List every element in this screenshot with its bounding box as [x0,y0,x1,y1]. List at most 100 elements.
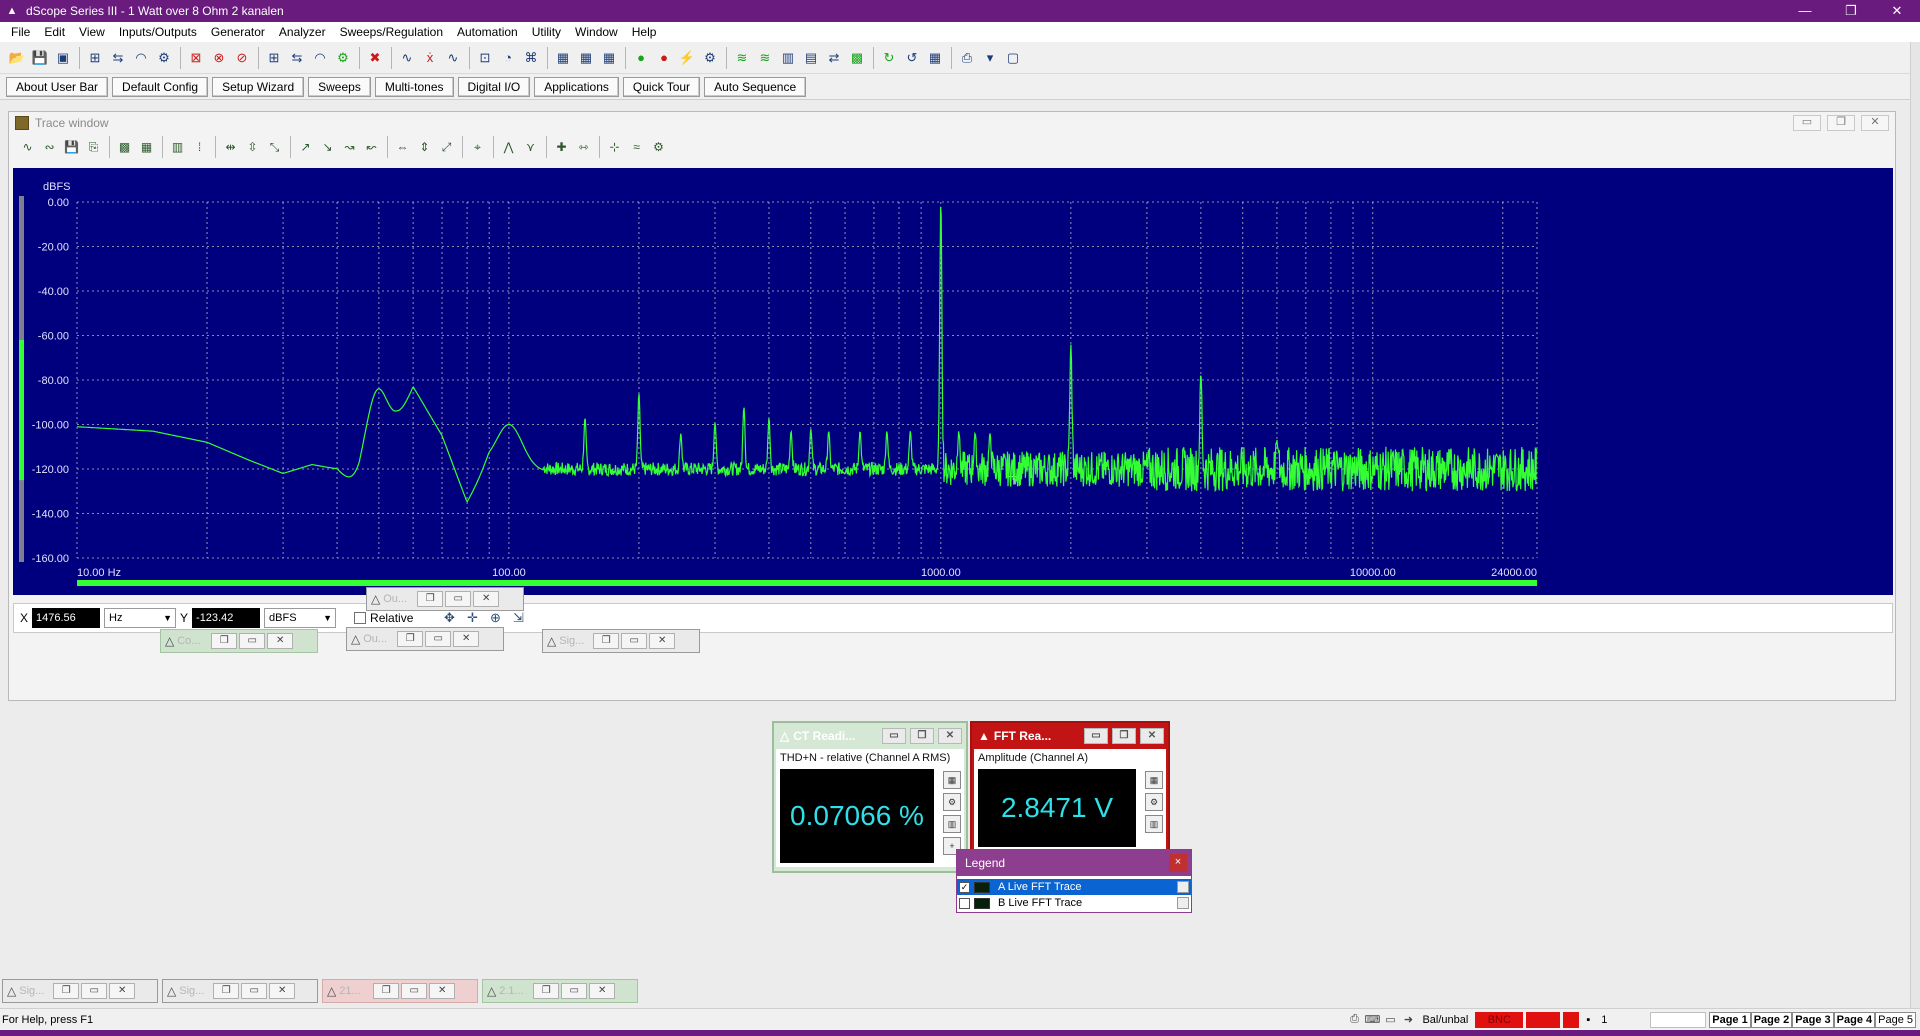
minimized-window[interactable]: △ Ou... ❐ ▭ ✕ [346,627,504,651]
close-icon[interactable]: × [1169,854,1187,872]
digital-io-button[interactable]: Digital I/O [457,76,531,97]
open-folder-icon[interactable]: 📂 [6,47,28,69]
close-icon[interactable]: ✕ [429,983,456,999]
input-config-icon[interactable]: ⊞ [263,47,285,69]
reading-settings-icon[interactable]: ⚙ [1145,793,1163,811]
close-icon[interactable]: ✕ [1140,728,1164,744]
minimize-icon[interactable]: ▭ [882,728,906,744]
sweep-2-icon[interactable]: ≋ [754,47,776,69]
page-tab-5[interactable]: Page 5 [1875,1011,1916,1028]
restore-icon[interactable]: ❐ [1112,728,1136,744]
zoom-x-icon[interactable]: ⇹ [220,137,241,157]
levels-icon[interactable]: ▤ [800,47,822,69]
maximize-icon[interactable]: ▭ [445,591,472,607]
waveform-icon[interactable]: ∿ [396,47,418,69]
marker-2-icon[interactable]: ↘ [317,137,338,157]
menu-utility[interactable]: Utility [525,22,568,42]
meter-scale-icon[interactable]: ▦ [943,771,961,789]
legend-item[interactable]: ✓ A Live FFT Trace [957,879,1191,895]
close-button[interactable]: ✕ [1874,0,1920,22]
output-gen-icon[interactable]: ⚙ [153,47,175,69]
menu-help[interactable]: Help [625,22,664,42]
legend-checkbox[interactable] [959,897,970,909]
restore-icon[interactable]: ❐ [910,728,934,744]
trace-copy-icon[interactable]: ⎘ [83,137,104,157]
compare-icon[interactable]: ≈ [626,137,647,157]
bal-unbal-label[interactable]: Bal/unbal [1418,1012,1472,1028]
pan-icon[interactable]: ⇿ [573,137,594,157]
cursor-peak-icon[interactable]: ⇲ [508,610,528,626]
input-channel-icon[interactable]: ⇆ [286,47,308,69]
scope-icon[interactable]: ⊡ [474,47,496,69]
minimized-window[interactable]: △ 21... ❐ ▭ ✕ [322,979,478,1003]
overlay-icon[interactable]: ⊹ [604,137,625,157]
restore-icon[interactable]: ❐ [397,631,424,647]
minimize-icon[interactable]: ▭ [1084,728,1108,744]
close-icon[interactable]: ✕ [453,631,480,647]
output-level-icon[interactable]: ◠ [130,47,152,69]
scale-y-icon[interactable]: ⇕ [414,137,435,157]
waveform-dim-icon[interactable]: ∿ [442,47,464,69]
meter-scale-icon[interactable]: ▦ [1145,771,1163,789]
reading-graph-icon[interactable]: ▥ [943,815,961,833]
setup-wizard-button[interactable]: Setup Wizard [212,76,305,97]
maximize-icon[interactable]: ▭ [81,983,108,999]
trace-stats-icon[interactable]: ▥ [167,137,188,157]
keyboard-icon[interactable]: ⌨ [1364,1013,1381,1027]
waveform-off-icon[interactable]: ẋ [419,47,441,69]
restore-icon[interactable]: ❐ [533,983,560,999]
close-icon[interactable]: ✕ [1861,115,1889,131]
print-icon[interactable]: ▢ [1002,47,1024,69]
close-icon[interactable]: ✕ [269,983,296,999]
output-disable-icon[interactable]: ⊘ [231,47,253,69]
stop-all-icon[interactable]: ✖ [364,47,386,69]
trigger-icon[interactable]: ⚡ [676,47,698,69]
auto-sequence-button[interactable]: Auto Sequence [704,76,807,97]
marker-3-icon[interactable]: ↝ [339,137,360,157]
marker-1-icon[interactable]: ↗ [295,137,316,157]
peak-icon[interactable]: ⋀ [498,137,519,157]
run-green-icon[interactable]: ● [630,47,652,69]
save-all-icon[interactable]: ▣ [52,47,74,69]
output-channel-icon[interactable]: ⇆ [107,47,129,69]
autoscale-icon[interactable]: ⤢ [436,137,457,157]
chart-icon[interactable]: ▩ [846,47,868,69]
analyzer-icon[interactable]: ⌘ [520,47,542,69]
close-icon[interactable]: ✕ [649,633,676,649]
sweep-icon[interactable]: ≋ [731,47,753,69]
script-config-icon[interactable]: ▦ [924,47,946,69]
restore-icon[interactable]: ❐ [417,591,444,607]
harmonic-icon[interactable]: ⋎ [520,137,541,157]
minimize-icon[interactable]: ▭ [1793,115,1821,131]
relative-checkbox[interactable] [354,612,367,624]
page-tab-3[interactable]: Page 3 [1792,1011,1834,1028]
maximize-icon[interactable]: ▭ [241,983,268,999]
quick-tour-button[interactable]: Quick Tour [622,76,701,97]
trace-grid-icon[interactable]: ⁞ [189,137,210,157]
page-tab-1[interactable]: Page 1 [1709,1011,1751,1028]
menu-generator[interactable]: Generator [204,22,272,42]
cursor-snap-icon[interactable]: ⊕ [485,610,505,626]
trace-properties-icon[interactable] [1177,881,1189,893]
delete-marker-icon[interactable]: ✚ [551,137,572,157]
minimized-window[interactable]: △ Sig... ❐ ▭ ✕ [2,979,158,1003]
trigger-config-icon[interactable]: ⚙ [699,47,721,69]
close-icon[interactable]: ✕ [589,983,616,999]
fft-plot[interactable]: dBFS 0.00 -20.00 -40.00 -60.00 -80.00 -100.00 -… [13,168,1893,595]
minimize-button[interactable]: — [1782,0,1828,22]
save-icon[interactable]: 💾 [29,47,51,69]
input-gen-icon[interactable]: ⚙ [332,47,354,69]
cursor-move-icon[interactable]: ✥ [439,610,459,626]
card-icon[interactable]: ▭ [1382,1013,1398,1027]
trace-properties-icon[interactable] [1177,897,1189,909]
x-value-field[interactable]: 1476.56 [32,608,101,628]
maximize-icon[interactable]: ▭ [561,983,588,999]
default-config-button[interactable]: Default Config [112,76,209,97]
scale-x-icon[interactable]: ⇔ [392,137,413,157]
zoom-y-icon[interactable]: ⇳ [242,137,263,157]
minimized-window[interactable]: △ 2.1... ❐ ▭ ✕ [482,979,638,1003]
settings-icon[interactable]: ⚙ [648,137,669,157]
restore-icon[interactable]: ❐ [593,633,620,649]
x-unit-select[interactable]: Hz ▼ [104,608,177,628]
bars-icon[interactable]: ▥ [777,47,799,69]
